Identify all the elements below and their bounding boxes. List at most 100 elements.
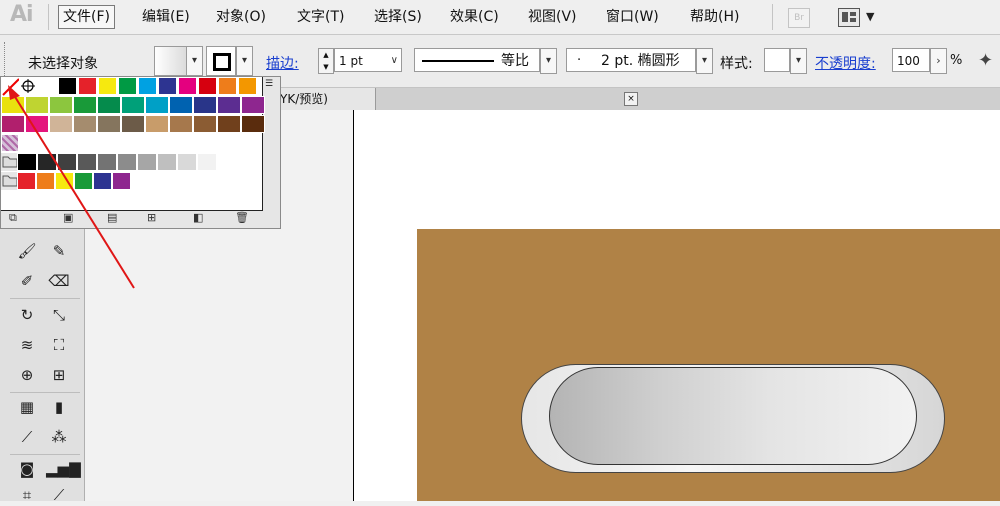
pencil-tool-icon[interactable]: ✎ <box>46 240 72 262</box>
color-swatch[interactable] <box>49 96 73 114</box>
color-swatch[interactable] <box>118 77 137 95</box>
fill-swatch[interactable] <box>154 46 190 76</box>
column-graph-tool-icon[interactable]: ▂▅▇ <box>46 458 81 480</box>
stroke-weight-field[interactable]: 1 pt ∨ <box>334 48 402 72</box>
color-swatch[interactable] <box>58 77 77 95</box>
color-swatch[interactable] <box>49 115 73 133</box>
shape-builder-tool-icon[interactable]: ⊕ <box>14 364 40 386</box>
color-swatch[interactable] <box>218 77 237 95</box>
color-swatch[interactable] <box>121 96 145 114</box>
panel-menu-icon[interactable]: ☰ <box>265 79 279 91</box>
color-swatch[interactable] <box>25 115 49 133</box>
bright-swatch[interactable] <box>112 172 131 190</box>
gray-swatch[interactable] <box>197 153 217 171</box>
bright-swatch[interactable] <box>74 172 93 190</box>
chevron-down-icon[interactable]: ▼ <box>866 10 874 23</box>
pattern-swatch[interactable] <box>1 134 19 152</box>
color-swatch[interactable] <box>38 77 57 95</box>
artboard-tool-icon[interactable]: ⌗ <box>14 484 40 506</box>
new-swatch-icon[interactable]: ◧ <box>193 211 203 224</box>
brush-definition[interactable]: · 2 pt. 椭圆形 <box>566 48 696 72</box>
color-swatch[interactable] <box>238 77 257 95</box>
color-swatch[interactable] <box>241 96 265 114</box>
gray-swatch[interactable] <box>97 153 117 171</box>
menu-window[interactable]: 窗口(W) <box>602 6 663 28</box>
menu-view[interactable]: 视图(V) <box>524 6 581 28</box>
registration-swatch[interactable] <box>19 77 37 95</box>
gray-swatch[interactable] <box>177 153 197 171</box>
color-swatch[interactable] <box>98 77 117 95</box>
color-swatch[interactable] <box>178 77 197 95</box>
opacity-link[interactable]: 不透明度: <box>815 53 876 73</box>
gray-swatch[interactable] <box>117 153 137 171</box>
swatch-options-icon[interactable]: ▤ <box>107 211 117 224</box>
gray-swatch[interactable] <box>77 153 97 171</box>
paintbrush-tool-icon[interactable]: 🖌 <box>14 240 40 262</box>
menu-select[interactable]: 选择(S) <box>370 6 426 28</box>
symbol-sprayer-tool-icon[interactable]: ◙ <box>14 458 40 480</box>
blob-brush-tool-icon[interactable]: ✐ <box>14 270 40 292</box>
close-icon[interactable]: × <box>624 92 638 106</box>
show-kinds-icon[interactable]: ▣ <box>63 211 73 224</box>
slice-tool-icon[interactable]: ⟋ <box>46 484 72 506</box>
color-swatch[interactable] <box>121 115 145 133</box>
bright-swatch[interactable] <box>93 172 112 190</box>
menu-effect[interactable]: 效果(C) <box>446 6 503 28</box>
gray-swatch[interactable] <box>37 153 57 171</box>
swatch-libraries-icon[interactable]: ⧉ <box>9 211 17 225</box>
color-swatch[interactable] <box>217 115 241 133</box>
stroke-weight-stepper[interactable]: ▲ ▼ <box>318 48 334 74</box>
brush-dropdown[interactable]: ▾ <box>696 48 713 74</box>
magic-wand-icon[interactable]: ✦ <box>978 50 993 71</box>
gradient-tool-icon[interactable]: ▮ <box>46 396 72 418</box>
menu-file[interactable]: 文件(F) <box>58 5 115 29</box>
color-swatch[interactable] <box>78 77 97 95</box>
graphic-style-dropdown[interactable]: ▾ <box>790 48 807 74</box>
color-swatch[interactable] <box>217 96 241 114</box>
color-swatch[interactable] <box>193 96 217 114</box>
stroke-link[interactable]: 描边: <box>266 53 299 73</box>
color-swatch[interactable] <box>138 77 157 95</box>
none-swatch[interactable] <box>1 77 20 96</box>
new-color-group-icon[interactable]: ⊞ <box>147 211 156 224</box>
bright-swatch[interactable] <box>17 172 36 190</box>
color-swatch[interactable] <box>158 77 177 95</box>
color-swatch[interactable] <box>97 115 121 133</box>
rotate-tool-icon[interactable]: ↻ <box>14 304 40 326</box>
fill-dropdown[interactable]: ▾ <box>186 46 203 76</box>
inner-rounded-shape[interactable] <box>549 367 917 465</box>
menu-object[interactable]: 对象(O) <box>212 6 270 28</box>
bridge-button[interactable]: Br <box>788 8 810 28</box>
color-swatch[interactable] <box>169 96 193 114</box>
blend-tool-icon[interactable]: ⁂ <box>46 426 72 448</box>
menu-type[interactable]: 文字(T) <box>293 6 348 28</box>
color-swatch[interactable] <box>145 96 169 114</box>
color-swatch[interactable] <box>1 96 25 114</box>
arrange-documents-icon[interactable] <box>838 8 860 27</box>
color-swatch[interactable] <box>241 115 265 133</box>
color-swatch[interactable] <box>169 115 193 133</box>
panel-grip[interactable] <box>4 42 8 78</box>
color-swatch[interactable] <box>198 77 217 95</box>
profile-dropdown[interactable]: ▾ <box>540 48 557 74</box>
perspective-grid-tool-icon[interactable]: ⊞ <box>46 364 72 386</box>
bright-swatch[interactable] <box>36 172 55 190</box>
eyedropper-tool-icon[interactable]: ⟋ <box>14 426 40 448</box>
document-tab[interactable]: YK/预览) × <box>270 88 638 110</box>
menu-edit[interactable]: 编辑(E) <box>138 6 194 28</box>
warp-tool-icon[interactable]: ≋ <box>14 334 40 356</box>
eraser-tool-icon[interactable]: ⌫ <box>46 270 72 292</box>
graphic-style-swatch[interactable] <box>764 48 790 72</box>
color-swatch[interactable] <box>193 115 217 133</box>
bright-swatch[interactable] <box>55 172 74 190</box>
opacity-arrow[interactable]: › <box>930 48 947 74</box>
gray-swatch[interactable] <box>57 153 77 171</box>
mesh-tool-icon[interactable]: ▦ <box>14 396 40 418</box>
gray-swatch[interactable] <box>137 153 157 171</box>
color-swatch[interactable] <box>73 96 97 114</box>
scale-tool-icon[interactable]: ⤡ <box>46 304 72 326</box>
stroke-dropdown[interactable]: ▾ <box>236 46 253 76</box>
stroke-swatch[interactable] <box>206 46 236 76</box>
gray-swatch[interactable] <box>157 153 177 171</box>
color-swatch[interactable] <box>73 115 97 133</box>
